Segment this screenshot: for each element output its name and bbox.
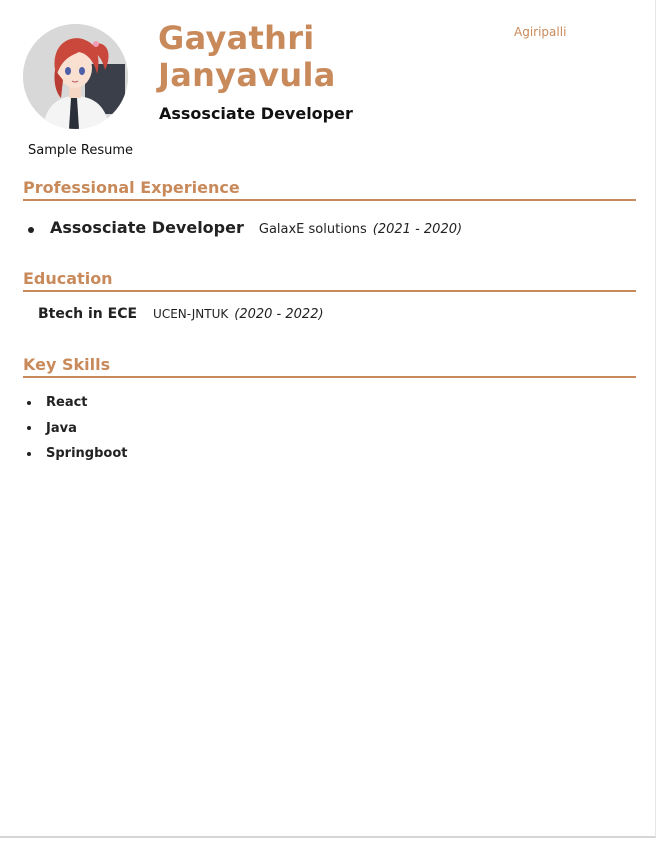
skill-label: Java [46,420,77,436]
name-first: Gayathri [158,19,315,57]
skills-heading: Key Skills [23,355,636,378]
education-heading: Education [23,269,636,292]
skill-item: React [27,390,127,416]
skill-label: Springboot [46,446,128,462]
education-degree: Btech in ECE [38,306,138,322]
candidate-name: Gayathri Janyavula [158,20,336,94]
profile-photo [23,24,128,129]
experience-list: Assosciate Developer GalaxE solutions (2… [23,218,462,237]
experience-heading: Professional Experience [23,178,636,201]
bullet-icon [27,451,31,456]
name-last: Janyavula [158,56,336,94]
skill-item: Java [27,416,127,442]
skill-item: Springboot [27,441,127,467]
education-school: UCEN-JNTUK [153,307,229,321]
education-dates: (2020 - 2022) [234,307,324,322]
skills-list: React Java Springboot [27,390,127,467]
avatar-portrait-icon [23,24,128,129]
summary-text: Sample Resume [28,143,133,158]
experience-dates: (2021 - 2020) [372,222,463,237]
education-item: Btech in ECE UCEN-JNTUK (2020 - 2022) [38,306,324,322]
bullet-icon [27,426,31,431]
location: Agiripalli [514,25,567,39]
resume-page: Gayathri Janyavula Assosciate Developer … [0,0,656,838]
bullet-icon [28,227,34,233]
experience-role: Assosciate Developer [50,218,244,237]
bullet-icon [27,400,31,405]
experience-company: GalaxE solutions [258,222,367,237]
skill-label: React [46,395,88,411]
job-title: Assosciate Developer [159,104,353,123]
experience-item: Assosciate Developer GalaxE solutions (2… [23,218,462,237]
